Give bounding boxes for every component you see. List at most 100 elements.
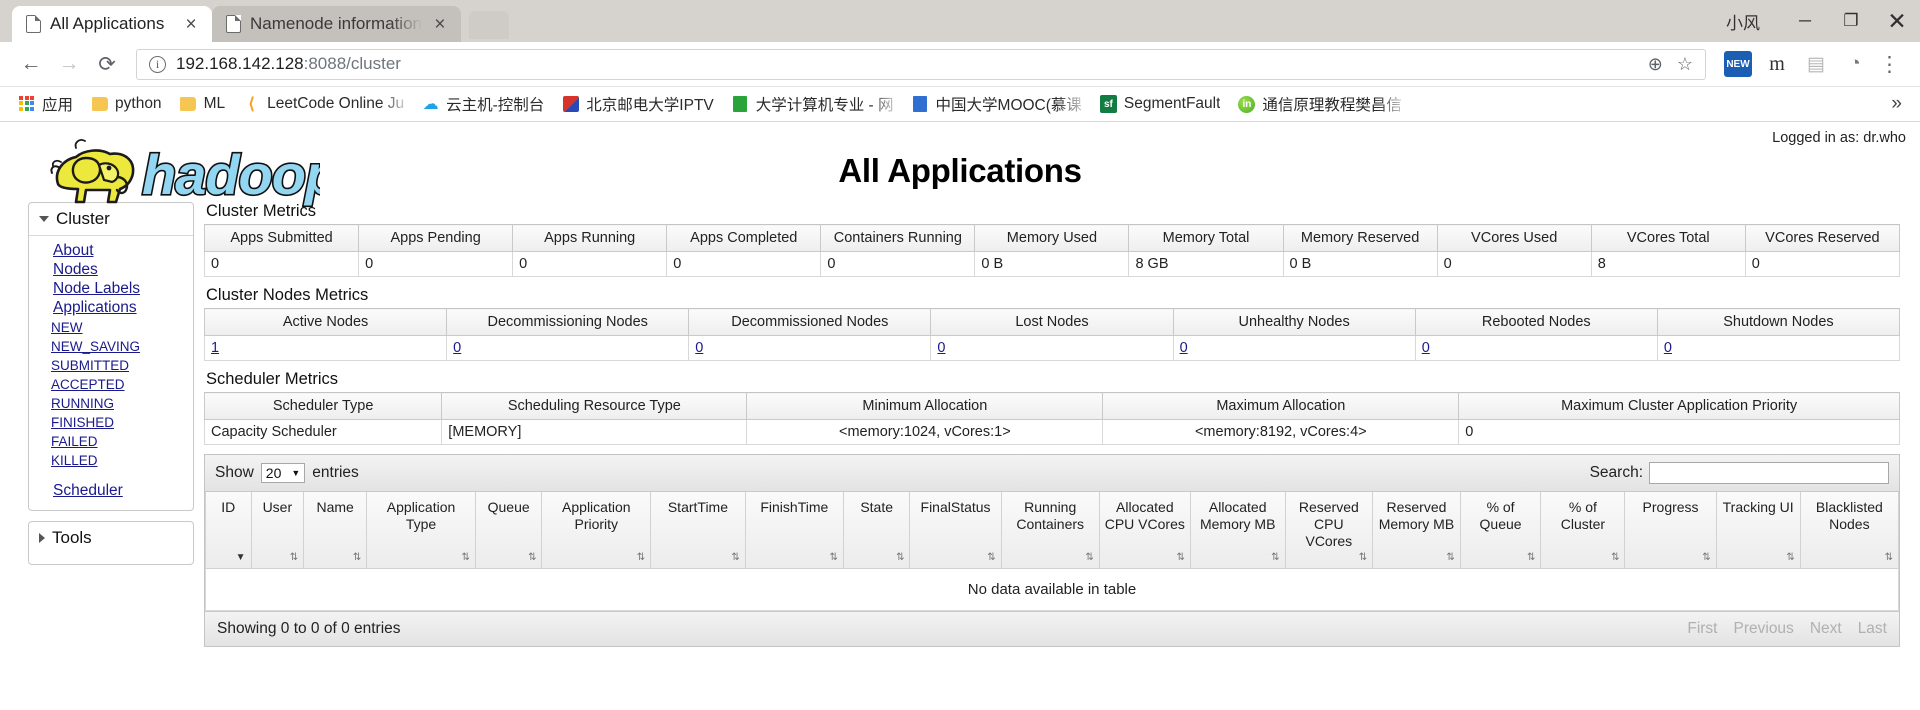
address-bar[interactable]: i 192.168.142.128:8088/cluster ⊕ ☆ xyxy=(136,48,1706,80)
sidebar-item-applications[interactable]: Applications xyxy=(53,299,137,316)
pager-last[interactable]: Last xyxy=(1858,620,1887,638)
sidebar-item-failed[interactable]: FAILED xyxy=(51,434,98,449)
sort-icon[interactable]: ⇅ xyxy=(528,553,536,563)
bookmark-ml[interactable]: ML xyxy=(172,92,234,116)
col-allocated-cpu-vcores[interactable]: Allocated CPU VCores ⇅ xyxy=(1098,492,1191,570)
list-item[interactable]: RUNNING xyxy=(51,395,193,413)
sidebar-item-accepted[interactable]: ACCEPTED xyxy=(51,377,125,392)
sidebar-item-nodes[interactable]: Nodes xyxy=(53,261,98,278)
reload-icon[interactable]: ⟳ xyxy=(90,47,124,81)
bookmark-leetcode[interactable]: ⟨ LeetCode Online Ju xyxy=(235,92,412,116)
bookmark-star-icon[interactable]: ☆ xyxy=(1677,54,1693,75)
decommissioned-nodes-link[interactable]: 0 xyxy=(695,340,703,356)
col-user[interactable]: User ⇅ xyxy=(250,492,305,570)
sidebar-tools-header[interactable]: Tools xyxy=(29,522,193,554)
col-name[interactable]: Name ⇅ xyxy=(303,492,368,570)
close-icon[interactable]: × xyxy=(431,15,449,34)
bookmark-apps[interactable]: 应用 xyxy=(10,90,81,118)
sort-icon[interactable]: ⇅ xyxy=(830,553,838,563)
list-item[interactable]: Applications xyxy=(53,299,193,317)
col-progress[interactable]: Progress ⇅ xyxy=(1624,492,1717,570)
window-close-icon[interactable]: ✕ xyxy=(1874,0,1920,42)
bookmark-segmentfault[interactable]: sf SegmentFault xyxy=(1092,92,1229,116)
forward-icon[interactable]: → xyxy=(52,47,86,81)
col-running-containers[interactable]: Running Containers ⇅ xyxy=(1000,492,1100,570)
sort-icon[interactable]: ⇅ xyxy=(1702,553,1710,563)
rebooted-nodes-link[interactable]: 0 xyxy=(1422,340,1430,356)
sort-icon[interactable]: ⇅ xyxy=(1085,553,1093,563)
sort-icon[interactable]: ⇅ xyxy=(1885,553,1893,563)
bookmark-university-cs[interactable]: 大学计算机专业 - 网 xyxy=(724,90,902,118)
active-nodes-link[interactable]: 1 xyxy=(211,340,219,356)
sort-icon[interactable]: ⇅ xyxy=(1271,553,1279,563)
sort-icon[interactable]: ⇅ xyxy=(353,553,361,563)
m-extension-icon[interactable]: m xyxy=(1763,51,1791,77)
shutdown-nodes-link[interactable]: 0 xyxy=(1664,340,1672,356)
list-item[interactable]: Node Labels xyxy=(53,280,193,298)
zoom-icon[interactable]: ⊕ xyxy=(1648,54,1663,75)
sidebar-item-scheduler[interactable]: Scheduler xyxy=(53,482,123,499)
col-percent-of-cluster[interactable]: % of Cluster ⇅ xyxy=(1540,492,1626,570)
bookmark-comm-theory[interactable]: in 通信原理教程樊昌信 xyxy=(1230,90,1410,118)
sort-icon[interactable]: ⇅ xyxy=(1786,553,1794,563)
decommissioning-nodes-link[interactable]: 0 xyxy=(453,340,461,356)
pager-first[interactable]: First xyxy=(1687,620,1717,638)
search-input[interactable] xyxy=(1649,462,1889,484)
browser-menu-icon[interactable]: ⋮ xyxy=(1873,52,1906,77)
col-finalstatus[interactable]: FinalStatus ⇅ xyxy=(909,492,1002,570)
bookmark-python[interactable]: python xyxy=(83,92,170,116)
site-info-icon[interactable]: i xyxy=(149,55,166,73)
list-item[interactable]: SUBMITTED xyxy=(51,357,193,375)
col-starttime[interactable]: StartTime ⇅ xyxy=(650,492,746,570)
col-reserved-cpu-vcores[interactable]: Reserved CPU VCores ⇅ xyxy=(1284,492,1374,570)
sort-icon[interactable]: ⇅ xyxy=(987,553,995,563)
close-icon[interactable]: × xyxy=(182,15,200,34)
bookmarks-overflow-icon[interactable]: » xyxy=(1883,93,1910,115)
sort-icon[interactable]: ⇅ xyxy=(1446,553,1454,563)
sort-icon[interactable]: ▼ xyxy=(236,553,246,563)
tab-namenode-information[interactable]: Namenode information × xyxy=(212,6,461,42)
col-id[interactable]: ID ▼ xyxy=(205,492,252,570)
list-item[interactable]: About xyxy=(53,242,193,260)
col-blacklisted-nodes[interactable]: Blacklisted Nodes ⇅ xyxy=(1799,492,1900,570)
tab-all-applications[interactable]: All Applications × xyxy=(12,6,212,42)
col-queue[interactable]: Queue ⇅ xyxy=(474,492,543,570)
maximize-icon[interactable]: ❐ xyxy=(1828,0,1874,42)
sort-icon[interactable]: ⇅ xyxy=(290,553,298,563)
sort-icon[interactable]: ⇅ xyxy=(731,553,739,563)
sidebar-item-finished[interactable]: FINISHED xyxy=(51,415,114,430)
list-item[interactable]: ACCEPTED xyxy=(51,376,193,394)
sidebar-item-submitted[interactable]: SUBMITTED xyxy=(51,358,129,373)
sidebar-item-new-saving[interactable]: NEW_SAVING xyxy=(51,339,140,354)
sidebar-item-about[interactable]: About xyxy=(53,242,94,259)
chevron-right-icon[interactable] xyxy=(39,533,45,543)
list-item[interactable]: NEW_SAVING xyxy=(51,338,193,356)
col-finishtime[interactable]: FinishTime ⇅ xyxy=(744,492,844,570)
list-item[interactable]: NEW xyxy=(51,319,193,337)
hadoop-logo[interactable]: hadoop xyxy=(30,132,341,212)
minimize-icon[interactable]: ─ xyxy=(1782,0,1828,42)
bookmark-icourse-mooc[interactable]: 中国大学MOOC(慕课 xyxy=(904,90,1090,118)
sidebar-item-new[interactable]: NEW xyxy=(51,320,83,335)
sort-icon[interactable]: ⇅ xyxy=(896,553,904,563)
sidebar-item-node-labels[interactable]: Node Labels xyxy=(53,280,140,297)
new-extension-icon[interactable]: NEW xyxy=(1724,51,1752,77)
sort-icon[interactable]: ⇅ xyxy=(1359,553,1367,563)
list-item[interactable]: FINISHED xyxy=(51,414,193,432)
list-item[interactable]: Nodes xyxy=(53,261,193,279)
col-application-priority[interactable]: Application Priority ⇅ xyxy=(541,492,652,570)
lost-nodes-link[interactable]: 0 xyxy=(937,340,945,356)
col-percent-of-queue[interactable]: % of Queue ⇅ xyxy=(1459,492,1542,570)
grey-extension-icon[interactable]: ▤ xyxy=(1802,51,1830,77)
pager-previous[interactable]: Previous xyxy=(1734,620,1794,638)
sort-icon[interactable]: ⇅ xyxy=(1527,553,1535,563)
pager-next[interactable]: Next xyxy=(1810,620,1842,638)
bookmark-bupt-iptv[interactable]: 北京邮电大学IPTV xyxy=(554,90,721,118)
sort-icon[interactable]: ⇅ xyxy=(1611,553,1619,563)
sort-icon[interactable]: ⇅ xyxy=(637,553,645,563)
col-tracking-ui[interactable]: Tracking UI ⇅ xyxy=(1715,492,1801,570)
list-item[interactable]: KILLED xyxy=(51,452,193,470)
col-application-type[interactable]: Application Type ⇅ xyxy=(366,492,476,570)
col-reserved-memory-mb[interactable]: Reserved Memory MB ⇅ xyxy=(1372,492,1461,570)
entries-select[interactable]: 20 ▼ xyxy=(260,463,306,483)
